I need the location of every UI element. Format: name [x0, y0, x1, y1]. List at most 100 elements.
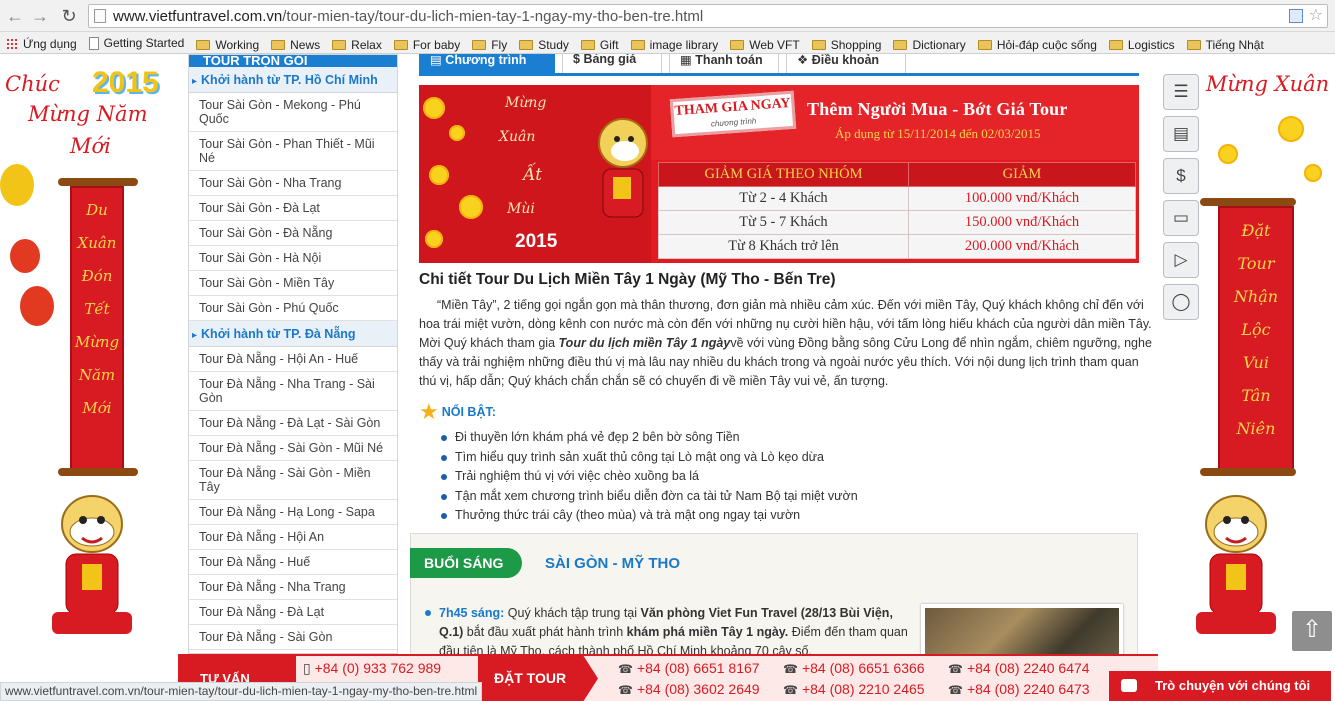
- star-icon[interactable]: ☆: [1309, 5, 1323, 25]
- sidebar-item[interactable]: Tour Đà Nẵng - Hạ Long - Sapa: [189, 500, 397, 525]
- banner-word: Tân: [1241, 386, 1271, 405]
- banner-word: Du: [86, 201, 108, 219]
- greeting-line-2: Mừng Năm: [28, 102, 148, 126]
- phone-icon: ☎: [948, 683, 963, 697]
- address-bar[interactable]: www.vietfuntravel.com.vn/tour-mien-tay/t…: [88, 4, 1328, 28]
- sidebar-item[interactable]: Tour Đà Nẵng - Hội An - Huế: [189, 347, 397, 372]
- lantern-icon: [20, 286, 54, 326]
- document-icon: ▤: [430, 54, 446, 67]
- hotline-phone[interactable]: ☎ +84 (08) 6651 8167: [618, 660, 760, 676]
- sidebar-item[interactable]: Tour Sài Gòn - Nha Trang: [189, 171, 397, 196]
- bookmark-folder[interactable]: Shopping: [811, 34, 881, 54]
- sidebar-item[interactable]: Tour Đà Nẵng - Huế: [189, 550, 397, 575]
- sidebar-header: TOUR TRỌN GÓI: [189, 55, 397, 67]
- folder-icon: [271, 39, 286, 50]
- bookmark-folder[interactable]: Working: [196, 34, 259, 54]
- promo-subtitle: Áp dụng từ 15/11/2014 đến 02/03/2015: [835, 126, 1041, 141]
- live-chat-button[interactable]: Trò chuyện với chúng tôi: [1109, 671, 1331, 701]
- tab-program[interactable]: ▤ Chương trình: [419, 54, 555, 73]
- bookmark-folder[interactable]: Getting Started: [88, 32, 184, 53]
- url-path: /tour-mien-tay/tour-du-lich-mien-tay-1-n…: [282, 8, 704, 25]
- sidebar-item[interactable]: Tour Sài Gòn - Mekong - Phú Quốc: [189, 93, 397, 132]
- folder-icon: [977, 39, 992, 50]
- tab-payment[interactable]: ▦ Thanh toán: [669, 54, 779, 73]
- extension-icon[interactable]: [1289, 9, 1303, 23]
- star-icon: ★: [419, 399, 439, 424]
- table-row: Từ 5 - 7 Khách 150.000 vnđ/Khách: [658, 210, 1136, 235]
- sidebar-item[interactable]: Tour Đà Nẵng - Sài Gòn - Mũi Né: [189, 436, 397, 461]
- hotline-phone[interactable]: ☎ +84 (08) 2240 6474: [948, 660, 1090, 676]
- folder-icon: [811, 39, 826, 50]
- bookmark-folder[interactable]: image library: [630, 34, 718, 54]
- book-tour-label: ĐẶT TOUR: [478, 656, 598, 701]
- bookmark-folder[interactable]: Logistics: [1108, 34, 1175, 54]
- greeting-line-3: Mới: [70, 134, 111, 158]
- sidebar-item[interactable]: Tour Sài Gòn - Miền Tây: [189, 271, 397, 296]
- year-2015: 2015: [92, 66, 159, 99]
- bookmark-folder[interactable]: Study: [519, 34, 569, 54]
- book-icon[interactable]: ▤: [1163, 116, 1199, 152]
- sidebar-section[interactable]: ▸ Khởi hành từ TP. Hồ Chí Minh: [189, 67, 397, 93]
- hotline-phone[interactable]: ☎ +84 (08) 3602 2649: [618, 681, 760, 697]
- apricot-flower-icon: [429, 165, 449, 185]
- bookmark-folder[interactable]: For baby: [393, 34, 460, 54]
- sidebar-item[interactable]: Tour Đà Nẵng - Đà Lạt - Sài Gòn: [189, 411, 397, 436]
- folder-icon: [893, 39, 908, 50]
- sidebar-item[interactable]: Tour Đà Nẵng - Đà Lạt: [189, 600, 397, 625]
- apricot-flower-icon: [1278, 116, 1304, 142]
- left-new-year-decoration: Chúc 2015 Mừng Năm Mới Du Xuân Đón Tết Mừng N…: [0, 54, 188, 701]
- megaphone-icon[interactable]: ▷: [1163, 242, 1199, 278]
- phone-icon: ☎: [948, 662, 963, 676]
- apricot-flower-icon: [1304, 164, 1322, 182]
- sidebar-item[interactable]: Tour Đà Nẵng - Sài Gòn - Miền Tây: [189, 461, 397, 500]
- goat-mascot-icon: [598, 118, 648, 218]
- banner-word: Vui: [1243, 353, 1269, 372]
- sidebar-item[interactable]: Tour Sài Gòn - Phú Quốc: [189, 296, 397, 321]
- bookmark-folder[interactable]: Tiếng Nhật: [1186, 34, 1264, 54]
- sidebar-item[interactable]: Tour Đà Nẵng - Nha Trang: [189, 575, 397, 600]
- table-row: Từ 8 Khách trở lên 200.000 vnđ/Khách: [658, 234, 1136, 259]
- sidebar-item[interactable]: Tour Sài Gòn - Hà Nội: [189, 246, 397, 271]
- sidebar-item[interactable]: Tour Đà Nẵng - Nha Trang - Sài Gòn: [189, 372, 397, 411]
- bookmark-apps[interactable]: Ứng dụng: [6, 33, 77, 54]
- bookmark-folder[interactable]: Gift: [580, 34, 619, 54]
- hotline-phone[interactable]: ☎ +84 (08) 2210 2465: [783, 681, 925, 697]
- forward-icon[interactable]: →: [29, 5, 51, 27]
- sidebar-item[interactable]: Tour Sài Gòn - Đà Lạt: [189, 196, 397, 221]
- floating-tools: ☰ ▤ $ ▭ ▷ ◯: [1163, 74, 1199, 326]
- promo-word: Ất: [523, 165, 543, 185]
- folder-icon: [393, 39, 408, 50]
- bookmark-folder[interactable]: Fly: [472, 34, 507, 54]
- tab-price[interactable]: $ Bảng giá: [562, 54, 662, 73]
- promo-banner[interactable]: Mừng Xuân Ất Mùi 2015 THAM GIA NGAY chươ…: [419, 85, 1139, 263]
- chat-icon[interactable]: ◯: [1163, 284, 1199, 320]
- right-banner: Đặt Tour Nhận Lộc Vui Tân Niên: [1218, 206, 1294, 471]
- sidebar-item[interactable]: Tour Sài Gòn - Phan Thiết - Mũi Né: [189, 132, 397, 171]
- scroll-to-top-button[interactable]: ⇧: [1292, 611, 1332, 651]
- banner-word: Đón: [81, 267, 113, 285]
- reload-icon[interactable]: ↻: [58, 5, 80, 27]
- bookmark-folder[interactable]: Dictionary: [893, 34, 966, 54]
- sidebar-item[interactable]: Tour Đà Nẵng - Sài Gòn: [189, 625, 397, 650]
- sidebar-item[interactable]: Tour Đà Nẵng - Hội An: [189, 525, 397, 550]
- bookmark-folder[interactable]: News: [271, 34, 320, 54]
- bookmark-folder[interactable]: Relax: [332, 34, 382, 54]
- banner-word: Tour: [1237, 254, 1275, 273]
- advice-phone[interactable]: ▯ +84 (0) 933 762 989: [303, 660, 441, 677]
- dollar-icon[interactable]: $: [1163, 158, 1199, 194]
- bookmark-folder[interactable]: Hỏi-đáp cuộc sống: [977, 34, 1097, 54]
- sidebar-item[interactable]: Tour Sài Gòn - Đà Nẵng: [189, 221, 397, 246]
- hotline-phone[interactable]: ☎ +84 (08) 6651 6366: [783, 660, 925, 676]
- hotline-phone[interactable]: ☎ +84 (08) 2240 6473: [948, 681, 1090, 697]
- card-icon[interactable]: ▭: [1163, 200, 1199, 236]
- bookmark-folder[interactable]: Web VFT: [730, 34, 800, 54]
- sidebar-section[interactable]: ▸ Khởi hành từ TP. Đà Nẵng: [189, 321, 397, 347]
- tab-terms[interactable]: ❖ Điều khoản: [786, 54, 906, 73]
- list-icon[interactable]: ☰: [1163, 74, 1199, 110]
- mobile-icon: ▯: [303, 660, 315, 676]
- folder-icon: [472, 39, 487, 50]
- back-icon[interactable]: ←: [4, 5, 26, 27]
- right-greeting: Mừng Xuân: [1206, 72, 1330, 96]
- folder-icon: [332, 39, 347, 50]
- pin-icon: ❖: [797, 54, 812, 67]
